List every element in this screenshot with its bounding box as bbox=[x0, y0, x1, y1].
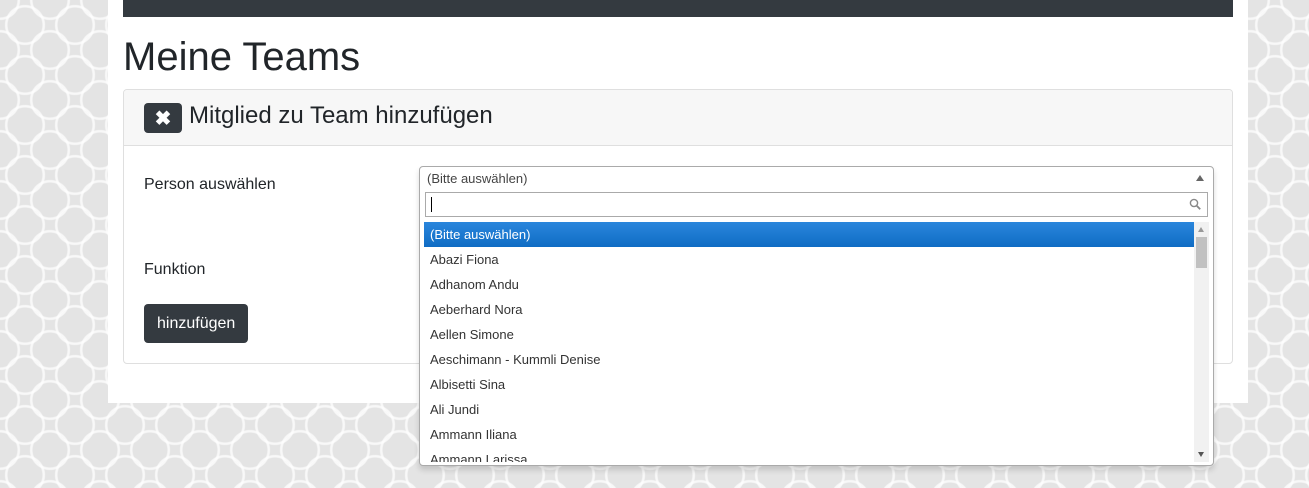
option-item[interactable]: Adhanom Andu bbox=[424, 272, 1194, 297]
person-select-dropdown[interactable]: (Bitte auswählen) (Bitte auswählen) Abaz… bbox=[419, 166, 1214, 466]
function-label: Funktion bbox=[144, 261, 206, 278]
person-options-list[interactable]: (Bitte auswählen) Abazi Fiona Adhanom An… bbox=[424, 222, 1209, 462]
add-button[interactable]: hinzufügen bbox=[144, 304, 249, 343]
chevron-up-icon[interactable] bbox=[1196, 175, 1204, 181]
option-item[interactable]: Abazi Fiona bbox=[424, 247, 1194, 272]
card-header: ✖ Mitglied zu Team hinzufügen bbox=[124, 90, 1232, 146]
close-icon: ✖ bbox=[154, 107, 172, 130]
scroll-up-icon[interactable] bbox=[1198, 227, 1204, 232]
person-search-input[interactable] bbox=[425, 192, 1208, 217]
option-item[interactable]: (Bitte auswählen) bbox=[424, 222, 1194, 247]
option-item[interactable]: Albisetti Sina bbox=[424, 372, 1194, 397]
search-icon bbox=[1189, 198, 1201, 210]
close-button[interactable]: ✖ bbox=[144, 103, 182, 133]
text-cursor bbox=[431, 197, 432, 212]
option-item[interactable]: Aeberhard Nora bbox=[424, 297, 1194, 322]
page-title: Meine Teams bbox=[123, 35, 361, 79]
options-scrollbar[interactable] bbox=[1194, 222, 1209, 462]
option-item[interactable]: Aeschimann - Kummli Denise bbox=[424, 347, 1194, 372]
person-select-value[interactable]: (Bitte auswählen) bbox=[420, 167, 1213, 191]
card-title: Mitglied zu Team hinzufügen bbox=[189, 102, 493, 129]
option-item[interactable]: Ali Jundi bbox=[424, 397, 1194, 422]
top-navbar bbox=[123, 0, 1233, 17]
option-item[interactable]: Ammann Iliana bbox=[424, 422, 1194, 447]
option-item[interactable]: Aellen Simone bbox=[424, 322, 1194, 347]
person-label: Person auswählen bbox=[144, 176, 276, 193]
option-item[interactable]: Ammann Larissa bbox=[424, 447, 1194, 462]
scrollbar-thumb[interactable] bbox=[1196, 237, 1207, 268]
scroll-down-icon[interactable] bbox=[1198, 452, 1204, 457]
